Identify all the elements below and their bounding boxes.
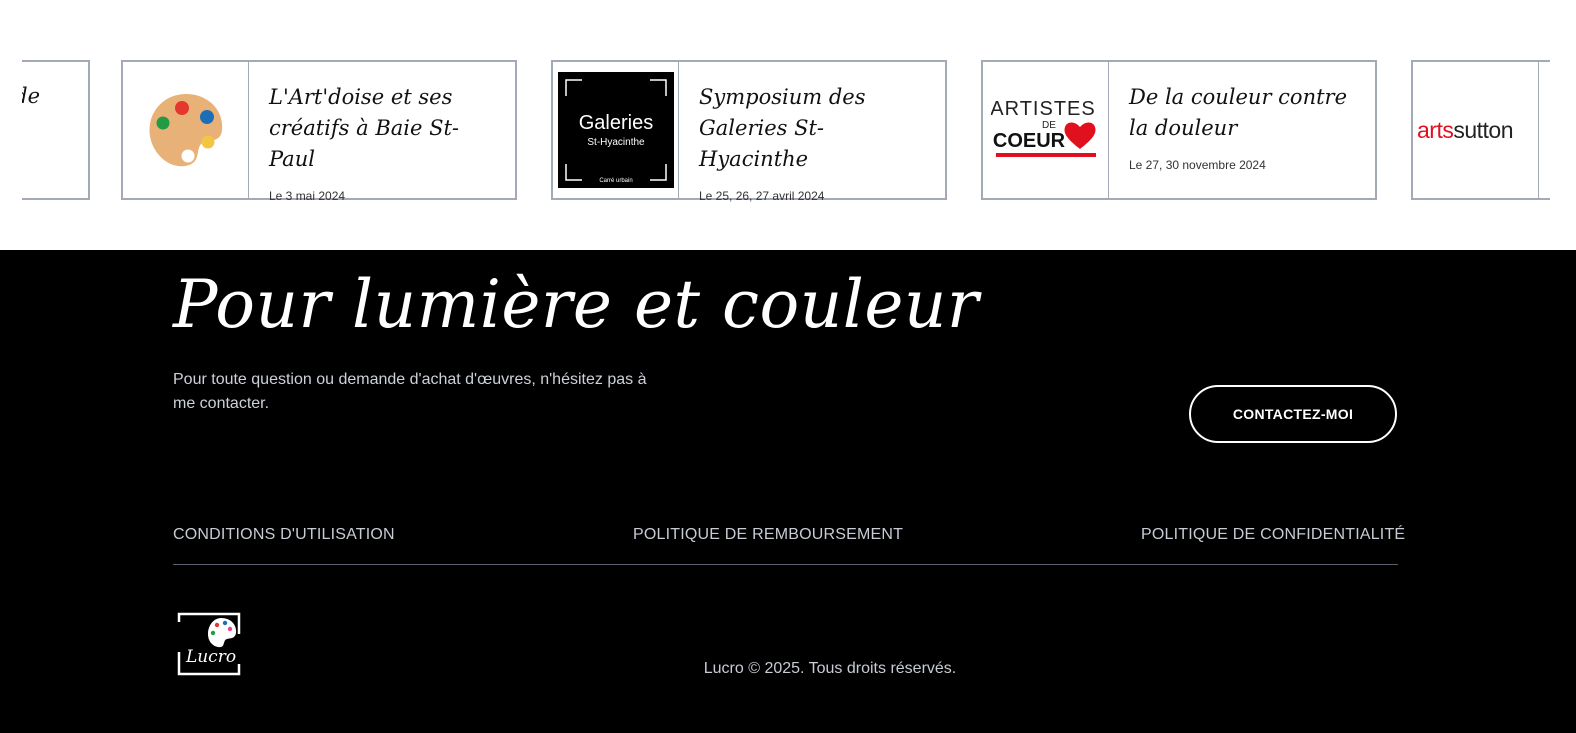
footer-lead-text: Pour toute question ou demande d'achat d… xyxy=(173,371,647,412)
event-card-title: Symposium des Galeries St-Hyacinthe xyxy=(699,85,866,171)
event-thumbnail xyxy=(123,62,249,198)
event-card-title: de xyxy=(22,84,40,108)
event-card[interactable]: Galeries St-Hyacinthe Carré urbain Sympo… xyxy=(551,60,947,203)
event-card-date: Le 3 mai 2024 xyxy=(269,189,346,203)
palette-icon xyxy=(208,618,237,648)
event-card-date: Le 27, 30 novembre 2024 xyxy=(1129,158,1266,172)
svg-text:COEUR: COEUR xyxy=(992,130,1065,152)
event-carousel[interactable]: de L'Art'doise et ses créatifs à Baie St… xyxy=(22,0,1550,250)
arts-sutton-logo: artssutton xyxy=(1417,116,1513,143)
site-footer: Pour lumière et couleur Pour toute quest… xyxy=(0,250,1576,733)
heart-icon xyxy=(1064,122,1095,149)
event-card-partial-left[interactable]: de xyxy=(22,60,90,200)
event-card-title: De la couleur contre la douleur xyxy=(1129,85,1347,140)
event-card[interactable]: L'Art'doise et ses créatifs à Baie St-Pa… xyxy=(121,60,517,203)
refund-policy-link[interactable]: POLITIQUE DE REMBOURSEMENT xyxy=(633,526,903,544)
palette-icon xyxy=(149,94,222,167)
artistes-de-coeur-logo: ARTISTES DE COEUR xyxy=(991,98,1096,157)
svg-text:ARTISTES: ARTISTES xyxy=(991,98,1096,120)
event-card[interactable]: artssutton xyxy=(1411,60,1550,200)
privacy-policy-link[interactable]: POLITIQUE DE CONFIDENTIALITÉ xyxy=(1141,526,1405,544)
event-thumbnail: Galeries St-Hyacinthe Carré urbain xyxy=(553,62,679,198)
svg-text:St-Hyacinthe: St-Hyacinthe xyxy=(587,137,645,148)
event-thumbnail: artssutton xyxy=(1413,62,1539,198)
event-card-title: L'Art'doise et ses créatifs à Baie St-Pa… xyxy=(269,85,460,171)
event-card[interactable]: ARTISTES DE COEUR De la couleur contre l… xyxy=(981,60,1377,200)
svg-text:Galeries: Galeries xyxy=(578,112,652,134)
svg-text:Carré urbain: Carré urbain xyxy=(599,178,632,184)
event-thumbnail: ARTISTES DE COEUR xyxy=(983,62,1109,198)
terms-link[interactable]: CONDITIONS D'UTILISATION xyxy=(173,526,395,544)
event-card-date: Le 25, 26, 27 avril 2024 xyxy=(699,189,825,203)
contact-button[interactable]: CONTACTEZ-MOI xyxy=(1189,385,1397,443)
footer-headline: Pour lumière et couleur xyxy=(173,266,979,343)
footer-divider xyxy=(173,564,1398,565)
galeries-st-hyacinthe-logo: Galeries St-Hyacinthe Carré urbain xyxy=(557,72,674,188)
copyright-text: Lucro © 2025. Tous droits réservés. xyxy=(703,660,957,677)
